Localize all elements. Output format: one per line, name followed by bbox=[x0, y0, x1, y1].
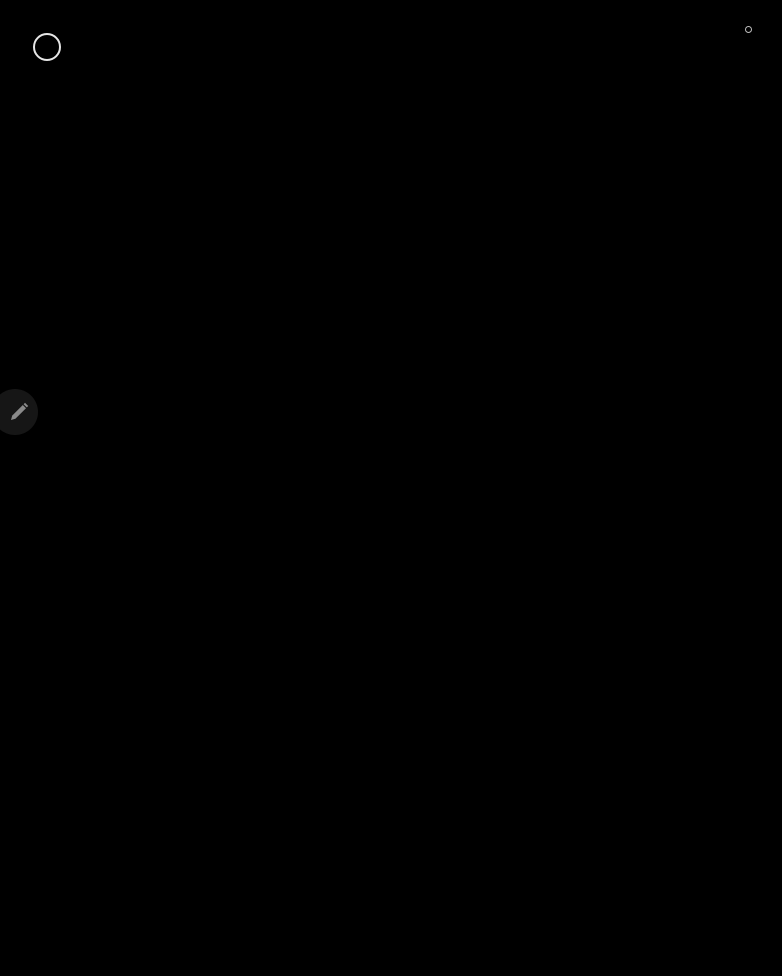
blank-screen bbox=[0, 0, 782, 976]
pencil-icon bbox=[11, 402, 29, 420]
circle-outline-icon[interactable] bbox=[33, 33, 61, 61]
edge-pen-handle[interactable] bbox=[0, 389, 38, 435]
small-circle-icon bbox=[745, 26, 752, 33]
